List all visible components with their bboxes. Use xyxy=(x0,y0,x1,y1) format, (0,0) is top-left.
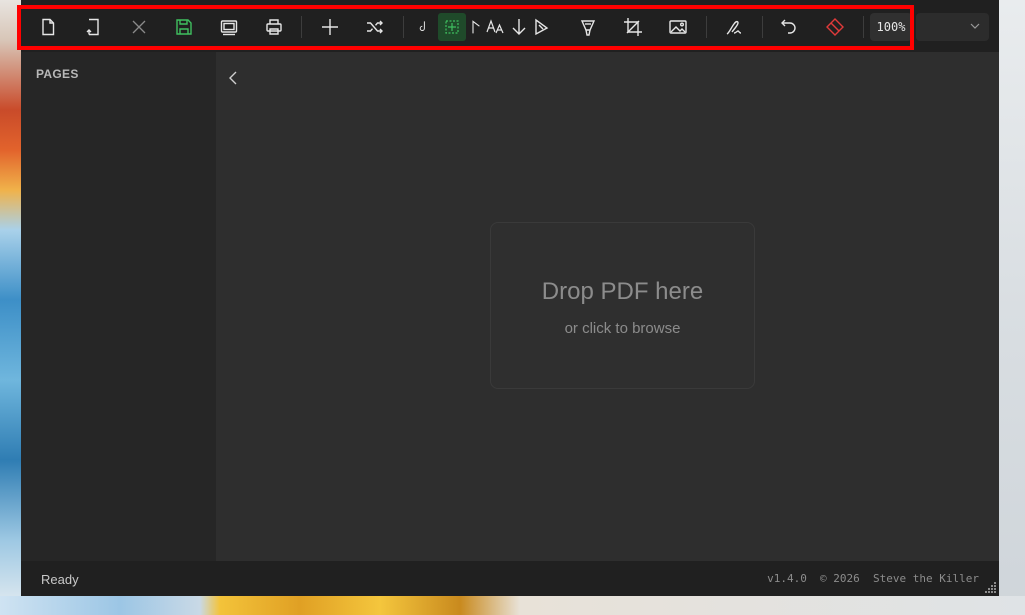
rotate-page-icon xyxy=(86,18,99,36)
toolbar-separator xyxy=(301,16,302,38)
highlighter-button[interactable] xyxy=(531,13,553,41)
pages-sidebar: PAGES xyxy=(21,52,216,561)
save-icon xyxy=(176,19,192,35)
status-text: Ready xyxy=(41,572,79,587)
status-bar: Ready v1.4.0 © 2026 Steve the Killer xyxy=(21,561,999,596)
pdf-dropzone[interactable]: Drop PDF here or click to browse xyxy=(490,222,755,389)
resize-grip-icon[interactable] xyxy=(985,581,997,593)
chevron-down-icon xyxy=(970,23,980,29)
fit-page-button[interactable] xyxy=(215,13,243,41)
new-document-button[interactable] xyxy=(34,13,62,41)
new-document-icon xyxy=(42,18,55,36)
link-button[interactable] xyxy=(416,13,430,41)
undo-button[interactable] xyxy=(776,13,804,41)
link-icon xyxy=(419,21,425,31)
app-window: 100% PAGES Drop PDF here or click to bro… xyxy=(17,0,999,596)
crop-icon xyxy=(624,18,642,36)
save-button[interactable] xyxy=(170,13,198,41)
shuffle-icon xyxy=(367,20,383,34)
print-icon xyxy=(266,19,282,35)
flag-button[interactable] xyxy=(469,13,485,41)
desktop-wallpaper-bottom xyxy=(0,596,1025,615)
shuffle-button[interactable] xyxy=(361,13,389,41)
toolbar-separator xyxy=(762,16,763,38)
zoom-level[interactable]: 100% xyxy=(870,13,912,41)
toolbar-separator xyxy=(403,16,404,38)
text-size-icon xyxy=(486,19,504,34)
add-icon xyxy=(322,19,338,35)
crop-button[interactable] xyxy=(619,13,647,41)
close-button[interactable] xyxy=(125,13,153,41)
arrow-down-button[interactable] xyxy=(508,13,530,41)
desktop-wallpaper-left xyxy=(0,0,21,615)
signature-button[interactable] xyxy=(720,13,748,41)
view-mode-dropdown[interactable] xyxy=(916,13,989,41)
dropzone-title: Drop PDF here xyxy=(541,278,704,305)
highlighter-icon xyxy=(535,18,549,36)
erase-button[interactable] xyxy=(821,13,849,41)
close-icon xyxy=(132,20,146,34)
signature-icon xyxy=(726,20,742,35)
flag-icon xyxy=(472,20,480,34)
print-button[interactable] xyxy=(260,13,288,41)
image-button[interactable] xyxy=(664,13,692,41)
version-info: v1.4.0 © 2026 Steve the Killer xyxy=(767,572,979,585)
toolbar: 100% xyxy=(17,0,999,52)
main-area: Drop PDF here or click to browse xyxy=(216,52,999,561)
grid-select-icon xyxy=(445,20,459,34)
desktop-wallpaper-right xyxy=(999,0,1025,615)
sidebar-title: PAGES xyxy=(36,67,79,81)
marker-icon xyxy=(580,20,596,36)
rotate-page-button[interactable] xyxy=(79,13,107,41)
arrow-down-icon xyxy=(512,19,526,35)
image-icon xyxy=(669,20,687,34)
grid-select-button[interactable] xyxy=(438,13,466,41)
text-size-button[interactable] xyxy=(485,13,507,41)
toolbar-separator xyxy=(706,16,707,38)
add-button[interactable] xyxy=(316,13,344,41)
toolbar-separator xyxy=(863,16,864,38)
collapse-sidebar-icon[interactable] xyxy=(224,68,242,88)
fit-page-icon xyxy=(220,20,238,36)
marker-button[interactable] xyxy=(574,13,602,41)
dropzone-subtitle: or click to browse xyxy=(564,320,681,337)
undo-icon xyxy=(781,19,796,34)
erase-icon xyxy=(826,18,844,36)
